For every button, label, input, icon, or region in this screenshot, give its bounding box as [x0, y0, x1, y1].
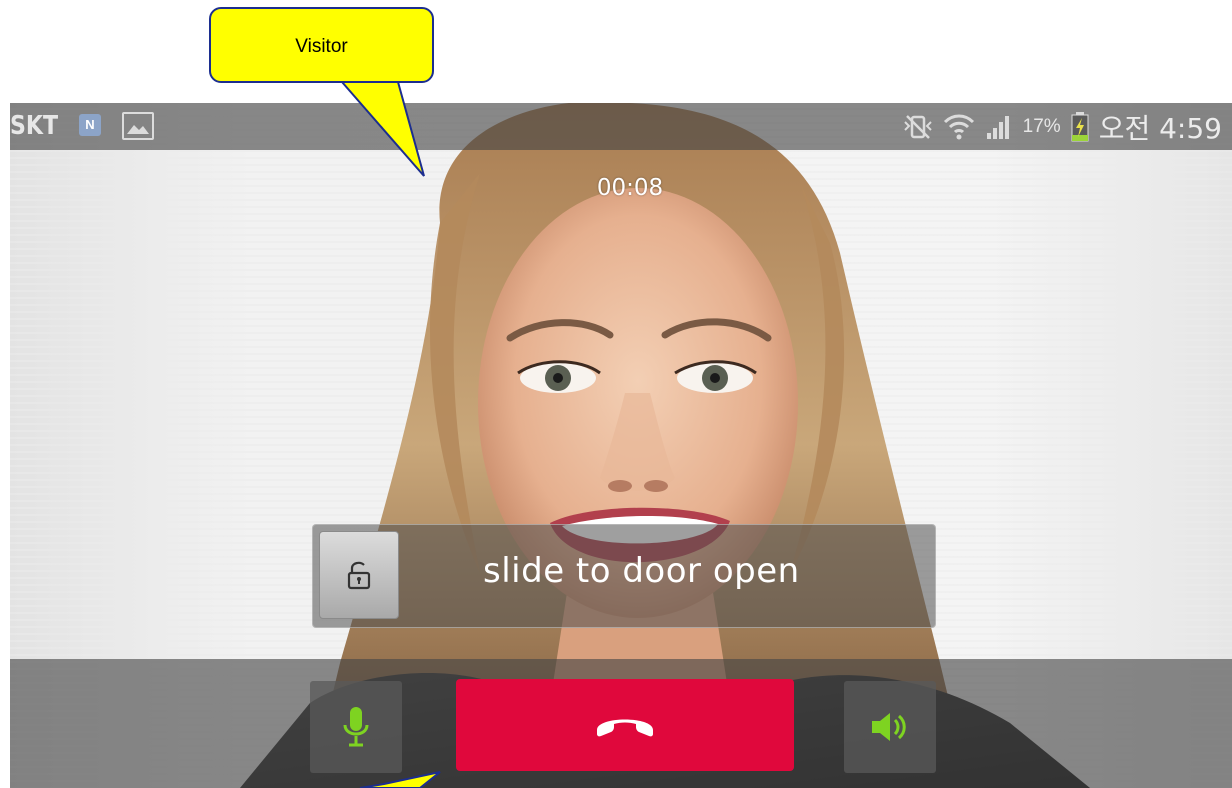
- signal-icon: [985, 113, 1013, 141]
- naver-notification-icon: N: [79, 114, 101, 136]
- end-call-button[interactable]: [456, 679, 794, 771]
- wifi-icon: [943, 112, 975, 142]
- vibrate-mute-icon: [903, 114, 933, 140]
- call-controls: [10, 659, 1232, 788]
- status-bar: SKT N 17% 오전 4:59: [10, 103, 1232, 150]
- slider-label: slide to door open: [483, 551, 800, 591]
- clock: 오전 4:59: [1098, 112, 1222, 145]
- mute-button[interactable]: [310, 681, 402, 773]
- carrier-label: SKT: [10, 111, 59, 141]
- door-open-slider[interactable]: slide to door open: [312, 524, 936, 628]
- call-timer: 00:08: [596, 175, 664, 201]
- unlock-icon: [347, 561, 371, 590]
- battery-percent: 17%: [1022, 116, 1061, 137]
- visitor-callout-label: Visitor: [295, 36, 348, 57]
- battery-charging-icon: [1071, 112, 1089, 142]
- call-screen: SKT N 17% 오전 4:59 00:08 slide to door op…: [10, 103, 1232, 788]
- speaker-button[interactable]: [844, 681, 936, 773]
- speaker-icon: [872, 713, 906, 741]
- slider-handle[interactable]: [319, 531, 399, 619]
- end-call-icon: [597, 719, 653, 737]
- microphone-icon: [343, 707, 369, 747]
- gallery-notification-icon: [122, 112, 154, 140]
